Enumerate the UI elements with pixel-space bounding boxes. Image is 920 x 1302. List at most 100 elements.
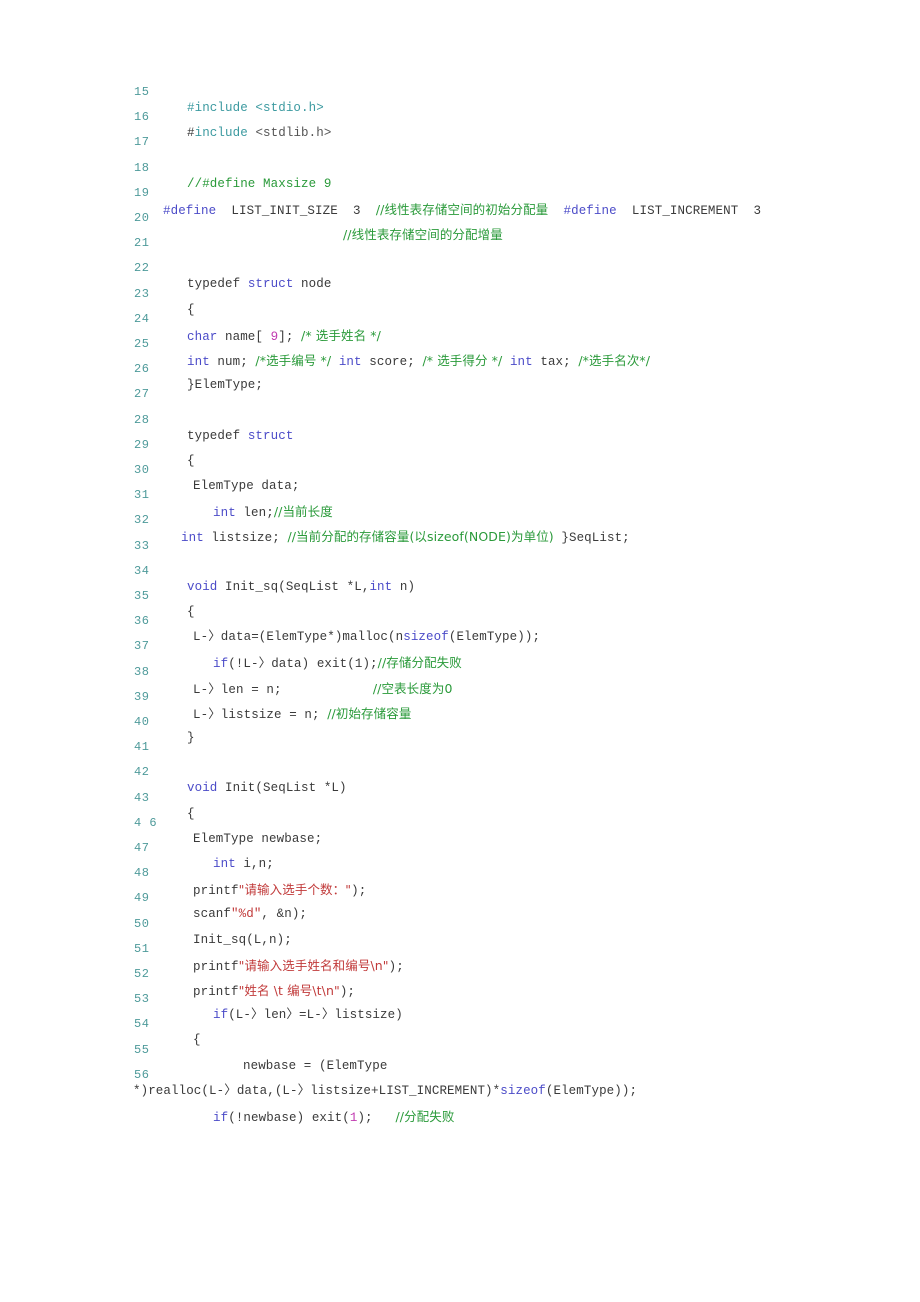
code-line-text: { [187, 298, 195, 323]
code-token: ); [339, 985, 356, 999]
code-line-text: if(L-〉len〉=L-〉listsize) [213, 1003, 403, 1028]
code-line: int i,n; [0, 852, 920, 877]
code-line: #include <stdio.h> [0, 96, 920, 121]
code-line: scanf"%d", &n); [0, 902, 920, 927]
code-token: //分配失败 [395, 1109, 455, 1124]
code-token: }ElemType; [187, 378, 264, 393]
code-token: //存储分配失败 [377, 655, 462, 671]
code-token: ); [362, 657, 378, 672]
code-token: n) [392, 579, 416, 594]
code-line: }ElemType; [0, 373, 920, 398]
code-token: int [213, 506, 236, 521]
code-token: printf [193, 985, 239, 999]
code-line-text: if(!newbase) exit(1); //分配失败 [213, 1104, 454, 1131]
code-token: //线性表存储空间的分配增量 [343, 227, 503, 242]
code-token: ); [351, 884, 367, 899]
code-line-text: printf"请输入选手个数："); [193, 877, 366, 904]
code-line: typedef struct node [0, 272, 920, 297]
code-token: LIST_INIT_SIZE 3 [216, 203, 376, 218]
code-token: Init(SeqList *L) [217, 781, 347, 796]
code-line-text: Init_sq(L,n); [193, 928, 292, 953]
code-line-text: L-〉listsize = n; //初始存储容量 [193, 701, 411, 728]
code-token: "姓名 \t 编号\t\n" [238, 983, 340, 998]
code-line-text: typedef struct node [187, 272, 331, 297]
code-token: # [187, 126, 195, 141]
code-line-text: #define LIST_INIT_SIZE 3 //线性表存储空间的初始分配量… [163, 197, 761, 224]
code-line: int num; /*选手编号 */ int score; /* 选手得分 */… [0, 348, 920, 373]
code-token: int [369, 579, 393, 594]
code-line-text: L-〉data=(ElemType*)malloc(nsizeof(ElemTy… [193, 625, 540, 650]
code-token: int [181, 531, 204, 546]
code-line: L-〉listsize = n; //初始存储容量 [0, 701, 920, 726]
code-line: { [0, 1028, 920, 1053]
code-line: char name[ 9]; /* 选手姓名 */ [0, 323, 920, 348]
code-token: (!L-〉data) exit( [228, 657, 355, 672]
code-line: //#define Maxsize 9 [0, 172, 920, 197]
code-token: struct [247, 277, 294, 292]
code-token: { [187, 302, 195, 317]
code-token: sizeof [500, 1083, 546, 1098]
code-line: #define LIST_INIT_SIZE 3 //线性表存储空间的初始分配量… [0, 197, 920, 222]
code-line: { [0, 600, 920, 625]
code-line-text: }ElemType; [187, 373, 263, 398]
code-line-text: printf"请输入选手姓名和编号\n"); [193, 953, 404, 980]
code-token: printf [193, 884, 239, 899]
code-line-text: *)realloc(L-〉data,(L-〉listsize+LIST_INCR… [133, 1079, 637, 1104]
code-line: //线性表存储空间的分配增量 [0, 222, 920, 247]
code-line-text: //#define Maxsize 9 [187, 172, 331, 197]
code-token: Init_sq(L,n); [193, 932, 292, 947]
code-token: void [187, 781, 218, 796]
code-line: typedef struct [0, 424, 920, 449]
code-token: tax; [532, 355, 579, 369]
code-line: #include <stdlib.h> [0, 121, 920, 146]
code-line-text: #include <stdio.h> [187, 96, 324, 121]
document-page: 15 16 17 18 19 20 21 22 23 24 25 26 27 28 29 30 31 32 33 34… [0, 0, 920, 1302]
code-token: "请输入选手姓名和编号\n" [238, 957, 389, 973]
code-token: Init_sq(SeqList *L, [217, 579, 370, 594]
code-token: char [187, 329, 218, 344]
code-line: } [0, 726, 920, 751]
code-line: ElemType newbase; [0, 827, 920, 852]
code-line-text: #include <stdlib.h> [187, 121, 331, 146]
code-token: include [194, 126, 248, 141]
code-token: //#define Maxsize 9 [187, 176, 332, 191]
code-token: <stdlib.h> [255, 126, 332, 141]
code-token: "请输入选手个数：" [238, 882, 352, 898]
code-token: //线性表存储空间的初始分配量 [375, 201, 549, 217]
code-line: if(!L-〉data) exit(1);//存储分配失败 [0, 650, 920, 675]
code-line-text: int listsize; //当前分配的存储容量(以sizeof(NODE)为… [181, 524, 630, 551]
code-line: { [0, 298, 920, 323]
code-token: (L-〉len〉=L-〉listsize) [228, 1008, 403, 1023]
code-token: num; [209, 355, 256, 369]
code-line-text: { [187, 802, 195, 827]
code-line-text: int i,n; [213, 852, 274, 877]
code-token: if [213, 1008, 229, 1023]
code-line: L-〉data=(ElemType*)malloc(nsizeof(ElemTy… [0, 625, 920, 650]
code-token: L-〉listsize = n; [193, 707, 328, 722]
code-token: }SeqList; [553, 531, 630, 546]
code-line: Init_sq(L,n); [0, 928, 920, 953]
code-line-text: { [187, 600, 195, 625]
code-token: int [509, 355, 533, 369]
code-token: int [338, 355, 362, 369]
code-token: /* 选手得分 */ [422, 353, 503, 368]
code-token: ); [388, 959, 404, 974]
code-line-text: void Init_sq(SeqList *L,int n) [187, 575, 415, 600]
code-token: ]; [278, 329, 302, 344]
code-line-text: L-〉len = n; //空表长度为0 [193, 676, 453, 703]
code-token: #define [563, 203, 617, 218]
code-line: void Init_sq(SeqList *L,int n) [0, 575, 920, 600]
code-line: printf"请输入选手个数："); [0, 877, 920, 902]
code-line-text: char name[ 9]; /* 选手姓名 */ [187, 323, 381, 350]
code-line-text: } [187, 726, 195, 751]
code-line: L-〉len = n; //空表长度为0 [0, 676, 920, 701]
code-line-text: { [187, 449, 195, 474]
code-line: ElemType data; [0, 474, 920, 499]
code-token: printf [193, 959, 239, 974]
code-token: { [193, 1033, 201, 1048]
